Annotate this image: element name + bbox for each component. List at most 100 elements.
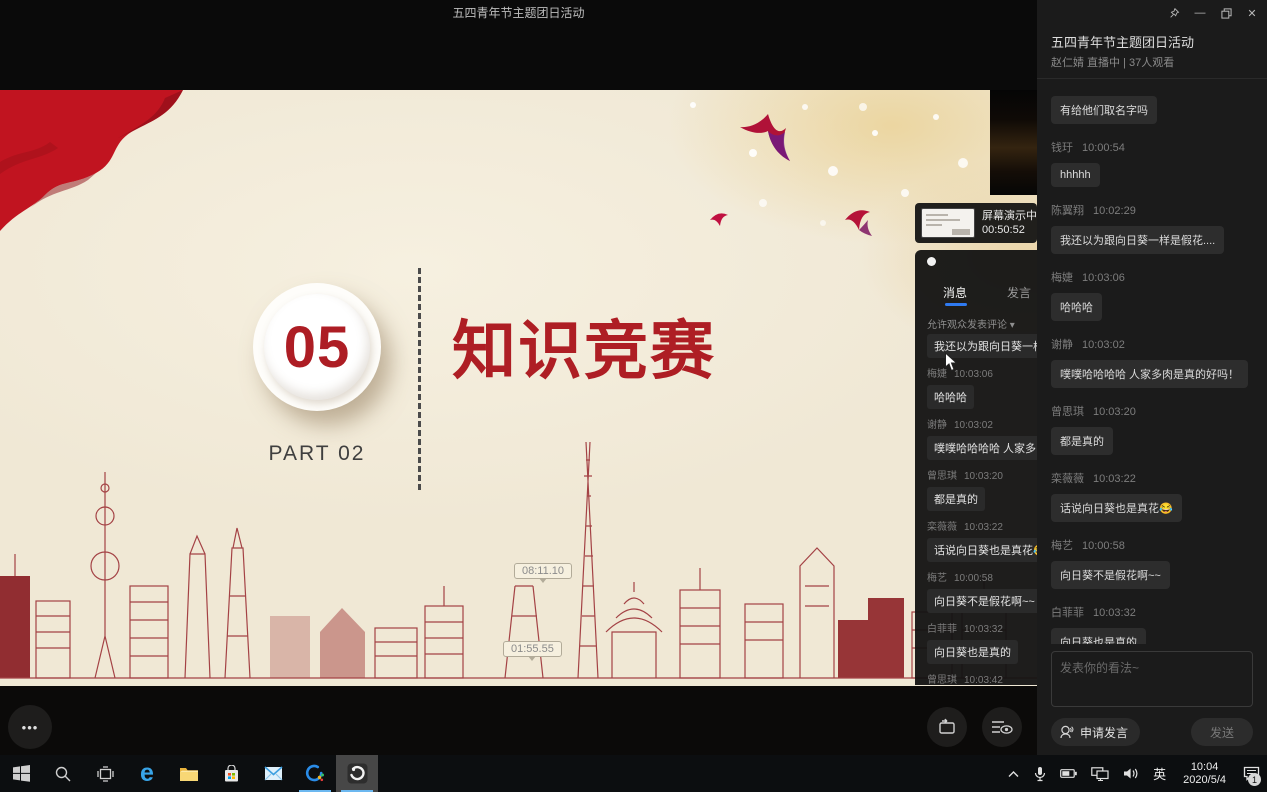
overlay-message: 梅艺10:00:58 向日葵不是假花啊~~ <box>927 569 1037 613</box>
restore-button[interactable] <box>1219 6 1233 20</box>
message-meta: 曾思琪 10:03:42 <box>927 671 1037 685</box>
message-bubble: 哈哈哈 <box>1051 293 1102 321</box>
start-button[interactable] <box>0 755 42 792</box>
message-time: 10:03:22 <box>964 522 1003 533</box>
search-button[interactable] <box>42 755 84 792</box>
action-center-button[interactable]: 1 <box>1236 755 1267 792</box>
overlay-message: 谢静10:03:02 噗噗哈哈哈哈 人家多肉是真 <box>927 416 1037 460</box>
panel-handle-dot[interactable] <box>927 257 936 266</box>
taskbar-clock[interactable]: 10:04 2020/5/4 <box>1173 761 1236 787</box>
message-meta: 梅艺10:00:58 <box>927 569 1037 584</box>
message-meta: 白菲菲10:03:32 <box>1051 604 1253 620</box>
presentation-stage: 05 PART 02 知识竞赛 08:11.10 01:55.55 <box>0 90 1037 686</box>
message-meta: 曾思琪10:03:20 <box>1051 403 1253 419</box>
comment-input[interactable] <box>1051 651 1253 707</box>
dual-monitor-icon <box>1091 767 1109 781</box>
pin-icon <box>1168 7 1180 19</box>
tab-speak[interactable]: 发言 <box>1007 284 1031 301</box>
chat-message: 谢静10:03:02 噗噗哈哈哈哈 人家多肉是真的好吗！ <box>1051 336 1253 393</box>
message-bubble: 噗噗哈哈哈哈 人家多肉是真的好吗！ <box>1051 360 1248 388</box>
battery-tray-button[interactable] <box>1053 755 1084 792</box>
tencent-app-icon <box>305 764 325 783</box>
message-meta: 曾思琪 10:03:20 <box>927 467 1037 482</box>
close-button[interactable]: ✕ <box>1245 6 1259 20</box>
comment-permission-label: 允许观众发表评论 <box>927 320 1007 331</box>
message-bubble: 都是真的 <box>1051 427 1113 455</box>
switch-view-button[interactable] <box>927 707 967 747</box>
meeting-title: 五四青年节主题团日活动 <box>0 4 1037 21</box>
comment-permission-dropdown[interactable]: 允许观众发表评论 ▾ <box>927 316 1015 331</box>
minimize-button[interactable]: — <box>1193 6 1207 20</box>
chat-message: 栾薇薇10:03:22 话说向日葵也是真花😂 <box>1051 470 1253 527</box>
time-callout-top-text: 08:11.10 <box>522 565 564 577</box>
time-callout-bottom: 01:55.55 <box>503 641 562 657</box>
message-time: 10:03:42 <box>964 675 1003 685</box>
overlay-message: 栾薇薇10:03:22 话说向日葵也是真花😂 <box>927 518 1037 562</box>
chat-message: 有给他们取名字吗 <box>1051 96 1253 129</box>
message-time: 10:03:22 <box>1093 473 1136 485</box>
sender-name: 曾思琪 <box>927 675 957 685</box>
more-options-button[interactable]: ••• <box>8 705 52 749</box>
message-meta: 谢静10:03:02 <box>927 416 1037 431</box>
sender-name: 钱玗 <box>1051 142 1073 154</box>
overlay-message-list: 我还以为跟向日葵一样是假 梅婕10:03:06 哈哈哈 <box>927 334 1037 685</box>
task-view-button[interactable] <box>84 755 126 792</box>
bird-graphic <box>708 210 734 232</box>
message-time: 10:03:32 <box>964 624 1003 635</box>
tencent-meeting-button[interactable] <box>294 755 336 792</box>
slide-heading: 知识竞赛 <box>452 300 716 392</box>
switch-view-icon <box>937 718 957 736</box>
presentation-app-button[interactable] <box>336 755 378 792</box>
chat-sidebar: — ✕ 五四青年节主题团日活动 赵仁婧 直播中 | 37人观看 有给他们取名字吗 <box>1037 0 1267 755</box>
system-tray: 英 10:04 2020/5/4 1 <box>1000 755 1267 792</box>
mail-icon <box>264 766 283 781</box>
section-number: 05 <box>284 314 351 381</box>
message-meta: 梅婕10:03:06 <box>1051 269 1253 285</box>
clock-time: 10:04 <box>1183 761 1226 774</box>
chevron-up-icon <box>1007 769 1020 779</box>
microphone-tray-button[interactable] <box>1027 755 1053 792</box>
divider <box>1037 78 1267 79</box>
message-meta: 栾薇薇10:03:22 <box>1051 470 1253 486</box>
desktop-screen: { "titlebar": { "title": "五四青年节主题团日活动" }… <box>0 0 1267 792</box>
edge-browser-button[interactable]: e <box>126 755 168 792</box>
presentation-app-icon <box>347 763 368 784</box>
camera-video-thumbnail[interactable] <box>990 90 1037 195</box>
message-bubble: 向日葵也是真的 <box>1051 628 1146 644</box>
request-speak-button[interactable]: 申请发言 <box>1051 718 1140 746</box>
sender-name: 谢静 <box>927 420 947 431</box>
notification-badge: 1 <box>1248 773 1261 786</box>
microsoft-store-button[interactable] <box>210 755 252 792</box>
sender-name: 曾思琪 <box>927 471 957 482</box>
message-time: 10:03:20 <box>964 471 1003 482</box>
message-bubble: 哈哈哈 <box>927 385 974 409</box>
request-speak-label: 申请发言 <box>1080 724 1128 741</box>
tab-messages[interactable]: 消息 <box>943 284 967 301</box>
screen-share-indicator[interactable]: 屏幕演示中 00:50:52 <box>915 203 1037 243</box>
meeting-main-window: 五四青年节主题团日活动 <box>0 0 1037 755</box>
mail-button[interactable] <box>252 755 294 792</box>
message-time: 10:03:02 <box>1082 339 1125 351</box>
sender-name: 陈翼翔 <box>1051 205 1084 217</box>
share-preview-thumbnail <box>921 208 975 238</box>
send-button[interactable]: 发送 <box>1191 718 1253 746</box>
message-bubble: hhhhh <box>1051 163 1100 187</box>
chat-message: 钱玗10:00:54 hhhhh <box>1051 139 1253 192</box>
sender-name: 梅婕 <box>1051 272 1073 284</box>
file-explorer-button[interactable] <box>168 755 210 792</box>
sender-name: 白菲菲 <box>1051 607 1084 619</box>
message-bubble: 向日葵也是真的 <box>927 640 1018 664</box>
windows-logo-icon <box>13 765 30 782</box>
message-meta: 钱玗10:00:54 <box>1051 139 1253 155</box>
overlay-message: 曾思琪10:03:42 可惜向日葵都已经枯萎了 <box>927 671 1037 685</box>
input-language-indicator[interactable]: 英 <box>1146 755 1173 792</box>
pin-button[interactable] <box>1167 6 1181 20</box>
volume-tray-button[interactable] <box>1116 755 1146 792</box>
search-icon <box>55 766 71 782</box>
display-project-tray-button[interactable] <box>1084 755 1116 792</box>
tray-expand-button[interactable] <box>1000 755 1027 792</box>
dashed-divider <box>418 268 421 490</box>
sidebar-title: 五四青年节主题团日活动 <box>1051 32 1194 51</box>
attendee-view-button[interactable] <box>982 707 1022 747</box>
battery-icon <box>1060 768 1077 779</box>
